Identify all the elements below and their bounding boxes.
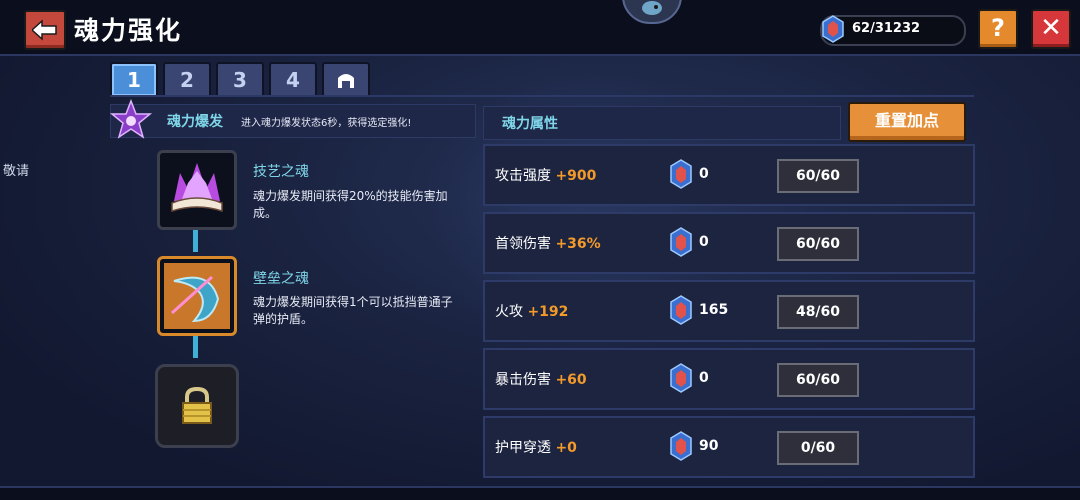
- top-emblem: [622, 0, 682, 24]
- attribute-count: 0: [699, 234, 709, 250]
- attribute-level: 60/60: [777, 227, 859, 261]
- attribute-row[interactable]: 火攻 +192 165 48/60: [483, 280, 975, 342]
- skill-description-1: 魂力爆发期间获得20%的技能伤害加成。: [253, 189, 448, 220]
- shield-crescent-icon: [164, 263, 230, 329]
- skill-connector-1: [193, 230, 198, 252]
- side-text: 敬请: [3, 164, 30, 179]
- skill-description-2: 魂力爆发期间获得1个可以抵挡普通子弹的护盾。: [253, 295, 453, 326]
- soul-gem-icon: [670, 227, 692, 257]
- arch-icon: [338, 74, 354, 88]
- skill-title-2: 壁垒之魂: [253, 271, 309, 287]
- burst-star-icon: [109, 99, 153, 139]
- soul-gem-icon: [670, 363, 692, 393]
- attribute-bonus: +192: [527, 304, 569, 320]
- attribute-level: 48/60: [777, 295, 859, 329]
- help-button[interactable]: ?: [978, 9, 1018, 49]
- skill-slot-2[interactable]: [157, 256, 237, 336]
- attribute-name: 首领伤害 +36%: [495, 236, 601, 252]
- attribute-name: 火攻 +192: [495, 304, 569, 320]
- skill-title-1: 技艺之魂: [253, 164, 309, 180]
- attribute-name: 暴击伤害 +60: [495, 372, 587, 388]
- attribute-count: 0: [699, 370, 709, 386]
- soul-gem-icon: [822, 15, 844, 43]
- attribute-name: 护甲穿透 +0: [495, 440, 577, 456]
- back-button[interactable]: [24, 10, 66, 50]
- attribute-count: 0: [699, 166, 709, 182]
- attribute-bonus: +60: [555, 372, 587, 388]
- lock-icon: [182, 386, 212, 424]
- attributes-header: 魂力属性: [483, 106, 841, 140]
- attribute-row[interactable]: 首领伤害 +36% 0 60/60: [483, 212, 975, 274]
- close-button[interactable]: ✕: [1031, 9, 1071, 49]
- purple-flame-book-icon: [171, 163, 223, 213]
- tab-4[interactable]: 4: [269, 62, 317, 96]
- tab-1[interactable]: 1: [110, 62, 158, 96]
- attribute-row[interactable]: 暴击伤害 +60 0 60/60: [483, 348, 975, 410]
- skill-slot-1[interactable]: [157, 150, 237, 230]
- burst-bar: 魂力爆发 进入魂力爆发状态6秒，获得选定强化!: [109, 99, 476, 139]
- soul-gem-icon: [670, 295, 692, 325]
- burst-description: 进入魂力爆发状态6秒，获得选定强化!: [241, 118, 412, 129]
- attribute-bonus: +36%: [555, 236, 601, 252]
- skill-slot-locked[interactable]: [155, 364, 239, 448]
- attribute-bonus: +900: [555, 168, 597, 184]
- attribute-level: 60/60: [777, 363, 859, 397]
- attribute-count: 90: [699, 438, 719, 454]
- soul-gem-icon: [670, 431, 692, 461]
- attribute-name: 攻击强度 +900: [495, 168, 597, 184]
- attribute-level: 0/60: [777, 431, 859, 465]
- soul-gem-icon: [670, 159, 692, 189]
- currency-display: 62/31232: [820, 15, 966, 46]
- attribute-level: 60/60: [777, 159, 859, 193]
- attribute-bonus: +0: [555, 440, 577, 456]
- skill-connector-2: [193, 336, 198, 358]
- tab-3[interactable]: 3: [216, 62, 264, 96]
- attributes-title: 魂力属性: [502, 116, 558, 132]
- page-title: 魂力强化: [74, 16, 183, 45]
- attribute-row[interactable]: 攻击强度 +900 0 60/60: [483, 144, 975, 206]
- creature-icon: [642, 1, 662, 15]
- currency-amount: 62/31232: [852, 21, 921, 36]
- burst-title: 魂力爆发: [167, 114, 223, 130]
- tab-5[interactable]: [322, 62, 370, 96]
- tab-divider: [110, 95, 974, 97]
- back-arrow-icon: [32, 19, 57, 41]
- attribute-row[interactable]: 护甲穿透 +0 90 0/60: [483, 416, 975, 478]
- attribute-count: 165: [699, 302, 729, 318]
- tab-2[interactable]: 2: [163, 62, 211, 96]
- top-bar: 魂力强化 62/31232 ? ✕: [0, 0, 1080, 56]
- reset-points-button[interactable]: 重置加点: [848, 102, 966, 142]
